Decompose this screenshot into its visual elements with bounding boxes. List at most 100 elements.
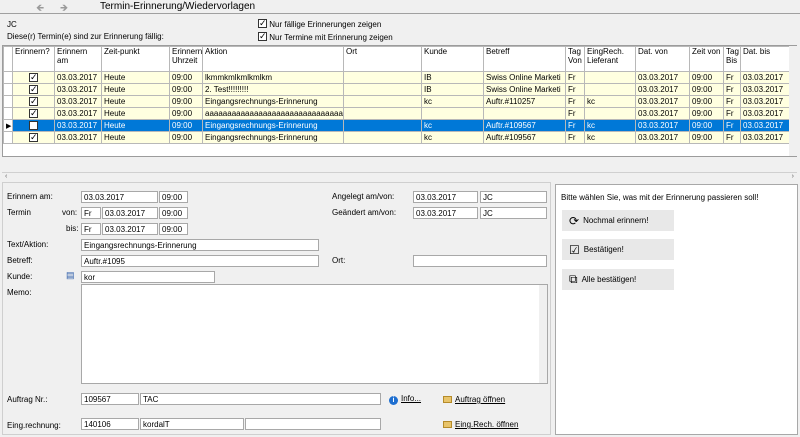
von-date-field[interactable]: 03.03.2017 <box>102 207 158 219</box>
col-header[interactable]: Erinnern Uhrzeit <box>169 46 203 72</box>
reminder-grid[interactable]: Erinnern? Erinnern am Zeit-punkt Erinner… <box>2 45 797 157</box>
folder-icon <box>443 421 452 428</box>
back-arrow-icon[interactable]: 🡸 <box>36 1 44 18</box>
col-header[interactable]: Kunde <box>421 46 484 72</box>
folder-icon <box>443 396 452 403</box>
title-divider <box>0 13 800 14</box>
table-row[interactable]: 03.03.2017Heute09:00aaaaaaaaaaaaaaaaaaaa… <box>3 107 796 120</box>
table-cell: kc <box>421 95 484 108</box>
table-cell: kc <box>421 119 484 132</box>
reminder-table: Erinnern? Erinnern am Zeit-punkt Erinner… <box>3 46 796 144</box>
info-link-label: Info... <box>401 394 422 403</box>
col-header[interactable]: Zeit-punkt <box>101 46 170 72</box>
grid-horizontal-scrollbar[interactable]: ‹ › <box>2 172 797 182</box>
remind-checkbox[interactable] <box>29 120 38 130</box>
table-cell: 09:00 <box>689 95 724 108</box>
kunde-field[interactable]: kor <box>81 271 215 283</box>
forward-arrow-icon[interactable]: 🡺 <box>60 1 68 18</box>
remind-checkbox-cell[interactable] <box>12 107 55 120</box>
remind-checkbox-cell[interactable] <box>12 95 55 108</box>
scroll-left-icon[interactable]: ‹ <box>5 173 7 180</box>
opt-due-only-label: Nur fällige Erinnerungen zeigen <box>269 20 382 29</box>
table-cell <box>343 107 422 120</box>
table-cell: Heute <box>101 107 170 120</box>
remind-checkbox-cell[interactable] <box>12 83 55 96</box>
auftrag-nr-field[interactable]: 109567 <box>81 393 139 405</box>
scroll-right-icon[interactable]: › <box>792 173 794 180</box>
ort-field[interactable] <box>413 255 547 267</box>
col-header[interactable]: Tag Von <box>565 46 585 72</box>
table-cell: 03.03.2017 <box>635 71 690 84</box>
col-header[interactable]: EingRech. Lieferant <box>584 46 636 72</box>
col-header[interactable]: Zeit von <box>689 46 724 72</box>
confirm-label: Bestätigen! <box>583 245 624 254</box>
checkbox-icon: ☑ <box>569 242 580 257</box>
table-row[interactable]: 03.03.2017Heute09:00Eingangsrechnungs-Er… <box>3 95 796 108</box>
eingrech-open-link[interactable]: Eing.Rech. öffnen <box>443 420 518 429</box>
table-row[interactable]: 03.03.2017Heute09:00lkmmkmlkmlkmlkmIBSwi… <box>3 71 796 84</box>
table-cell: 09:00 <box>689 83 724 96</box>
geaendert-user-field: JC <box>480 207 547 219</box>
betreff-label: Betreff: <box>7 256 33 265</box>
confirm-all-button[interactable]: ⧉ Alle bestätigen! <box>562 269 674 290</box>
remind-checkbox-cell[interactable] <box>12 119 55 132</box>
confirm-button[interactable]: ☑ Bestätigen! <box>562 239 674 260</box>
eingrech-nr-field[interactable]: 140106 <box>81 418 139 430</box>
von-day-field[interactable]: Fr <box>81 207 101 219</box>
table-cell: 03.03.2017 <box>635 95 690 108</box>
opt-with-reminder-checkbox[interactable] <box>258 31 267 41</box>
memo-field[interactable] <box>81 284 548 384</box>
col-header[interactable]: Aktion <box>202 46 344 72</box>
von-time-field[interactable]: 09:00 <box>159 207 188 219</box>
remind-checkbox[interactable] <box>29 96 38 106</box>
col-header[interactable]: Betreff <box>483 46 566 72</box>
remind-checkbox[interactable] <box>29 108 38 118</box>
grid-vertical-scrollbar[interactable] <box>789 46 797 156</box>
text-field[interactable]: Eingangsrechnungs-Erinnerung <box>81 239 319 251</box>
opt-due-only[interactable]: Nur fällige Erinnerungen zeigen <box>258 18 382 29</box>
col-header[interactable]: Erinnern am <box>54 46 102 72</box>
table-cell: 09:00 <box>689 131 724 144</box>
remind-checkbox[interactable] <box>29 84 38 94</box>
col-header[interactable]: Ort <box>343 46 422 72</box>
col-header[interactable]: Erinnern? <box>12 46 55 72</box>
col-header[interactable]: Dat. von <box>635 46 690 72</box>
table-cell: Fr <box>723 71 741 84</box>
table-cell: 2. Test!!!!!!!!! <box>202 83 344 96</box>
opt-with-reminder[interactable]: Nur Termine mit Erinnerung zeigen <box>258 31 393 42</box>
remind-checkbox[interactable] <box>29 72 38 82</box>
table-cell <box>343 131 422 144</box>
kunde-lookup-icon[interactable]: ▤ <box>66 270 75 281</box>
table-cell: Eingangsrechnungs-Erinnerung <box>202 95 344 108</box>
auftrag-open-link[interactable]: Auftrag öffnen <box>443 395 505 404</box>
betreff-field[interactable]: Auftr.#1095 <box>81 255 319 267</box>
memo-scrollbar[interactable] <box>539 285 547 383</box>
remind-again-button[interactable]: ⟳ Nochmal erinnern! <box>562 210 674 231</box>
col-header[interactable]: Tag Bis <box>723 46 741 72</box>
table-cell: Swiss Online Marketi <box>483 83 566 96</box>
table-row[interactable]: 03.03.2017Heute09:002. Test!!!!!!!!!IBSw… <box>3 83 796 96</box>
remind-checkbox[interactable] <box>29 132 38 142</box>
bis-date-field[interactable]: 03.03.2017 <box>102 223 158 235</box>
bis-time-field[interactable]: 09:00 <box>159 223 188 235</box>
bis-day-field[interactable]: Fr <box>81 223 101 235</box>
table-cell: lkmmkmlkmlkmlkm <box>202 71 344 84</box>
table-row[interactable]: 03.03.2017Heute09:00Eingangsrechnungs-Er… <box>3 131 796 144</box>
remind-checkbox-cell[interactable] <box>12 71 55 84</box>
table-cell: Heute <box>101 119 170 132</box>
row-indicator <box>3 107 13 120</box>
table-cell: Eingangsrechnungs-Erinnerung <box>202 131 344 144</box>
erinnern-time-field[interactable]: 09:00 <box>159 191 188 203</box>
table-cell: 09:00 <box>169 95 203 108</box>
action-prompt: Bitte wählen Sie, was mit der Erinnerung… <box>561 193 759 202</box>
remind-checkbox-cell[interactable] <box>12 131 55 144</box>
opt-due-only-checkbox[interactable] <box>258 18 267 28</box>
table-cell: kc <box>421 131 484 144</box>
table-cell: Swiss Online Marketi <box>483 71 566 84</box>
table-row[interactable]: ▶03.03.2017Heute09:00Eingangsrechnungs-E… <box>3 119 796 132</box>
erinnern-date-field[interactable]: 03.03.2017 <box>81 191 158 203</box>
table-cell <box>343 83 422 96</box>
info-link[interactable]: i Info... <box>389 394 421 405</box>
table-cell: Fr <box>723 131 741 144</box>
eingrech-extra-field <box>245 418 381 430</box>
